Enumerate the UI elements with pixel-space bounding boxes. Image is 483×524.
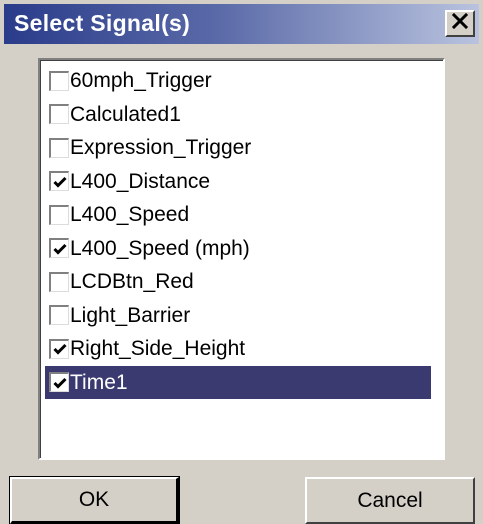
close-button[interactable] (445, 10, 475, 37)
signal-checkbox[interactable] (49, 372, 69, 392)
signal-item[interactable]: LCDBtn_Red (45, 265, 431, 298)
ok-button[interactable]: OK (9, 476, 180, 524)
checkmark-icon (52, 377, 67, 389)
signal-checkbox[interactable] (49, 238, 69, 258)
select-signals-dialog: Select Signal(s) 60mph_Trigger Calculated… (0, 0, 483, 524)
signal-label: Expression_Trigger (70, 136, 252, 159)
signal-item[interactable]: Right_Side_Height (45, 332, 431, 365)
checkmark-icon (52, 243, 67, 255)
signal-item[interactable]: Calculated1 (45, 98, 431, 131)
signal-label: Calculated1 (70, 102, 181, 126)
signal-label: L400_Speed (mph) (70, 236, 250, 260)
signal-item[interactable]: L400_Speed (45, 198, 431, 231)
signal-label: L400_Distance (70, 169, 211, 193)
close-x-icon (451, 12, 469, 34)
signal-checkbox[interactable] (49, 171, 69, 191)
checkmark-icon (52, 176, 67, 188)
signal-item[interactable]: Light_Barrier (45, 299, 431, 332)
title-bar[interactable]: Select Signal(s) (4, 4, 479, 44)
signal-label: 60mph_Trigger (70, 69, 212, 92)
signal-label: LCDBtn_Red (70, 270, 194, 293)
signal-label: Right_Side_Height (70, 337, 246, 360)
signal-item[interactable]: L400_Speed (mph) (45, 232, 431, 265)
checkmark-icon (52, 343, 67, 355)
signal-checkbox[interactable] (49, 104, 69, 124)
signal-item[interactable]: 60mph_Trigger (45, 64, 431, 97)
signal-item[interactable]: L400_Distance (45, 165, 431, 198)
signal-item[interactable]: Time1 (45, 365, 431, 399)
signal-checkbox[interactable] (49, 204, 69, 225)
signal-checkbox[interactable] (49, 70, 69, 91)
signal-label: L400_Speed (70, 203, 190, 226)
signal-checkbox[interactable] (49, 305, 69, 325)
signal-label: Light_Barrier (70, 303, 191, 327)
signal-label: Time1 (70, 370, 128, 394)
cancel-button[interactable]: Cancel (305, 477, 475, 524)
signal-item[interactable]: Expression_Trigger (45, 131, 431, 164)
signal-checkbox[interactable] (49, 271, 69, 292)
signal-checkbox[interactable] (49, 338, 69, 359)
dialog-title: Select Signal(s) (14, 10, 191, 36)
signal-checkbox[interactable] (49, 137, 69, 158)
signal-listbox[interactable]: 60mph_Trigger Calculated1 Expression_Trigg… (38, 58, 445, 460)
